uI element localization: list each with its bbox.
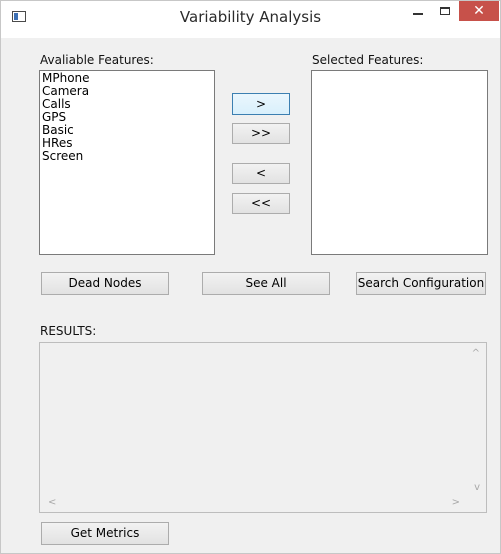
title-bar: Variability Analysis ✕	[1, 1, 500, 38]
remove-all-features-button[interactable]: <<	[232, 193, 290, 214]
list-item[interactable]: Calls	[40, 98, 214, 111]
maximize-icon[interactable]	[432, 3, 458, 23]
scroll-left-icon[interactable]: <	[48, 498, 56, 508]
scroll-down-icon[interactable]: v	[474, 483, 480, 493]
main-window: Variability Analysis ✕ Avaliable Feature…	[0, 0, 501, 554]
available-features-list[interactable]: MPhone Camera Calls GPS Basic HRes Scree…	[39, 70, 215, 255]
search-configuration-button[interactable]: Search Configuration	[356, 272, 486, 295]
close-icon[interactable]: ✕	[459, 1, 499, 21]
add-all-features-button[interactable]: >>	[232, 123, 290, 144]
dead-nodes-button[interactable]: Dead Nodes	[41, 272, 169, 295]
get-metrics-button[interactable]: Get Metrics	[41, 522, 169, 545]
add-feature-button[interactable]: >	[232, 93, 290, 115]
list-item[interactable]: Screen	[40, 150, 214, 163]
scroll-up-icon[interactable]: ^	[472, 349, 480, 359]
results-textarea[interactable]: ^ v < >	[39, 342, 487, 513]
remove-feature-button[interactable]: <	[232, 163, 290, 184]
scroll-right-icon[interactable]: >	[452, 498, 460, 508]
selected-features-label: Selected Features:	[312, 53, 424, 67]
available-features-label: Avaliable Features:	[40, 53, 154, 67]
selected-features-list[interactable]	[311, 70, 488, 255]
see-all-button[interactable]: See All	[202, 272, 330, 295]
minimize-icon[interactable]	[405, 3, 431, 23]
results-label: RESULTS:	[40, 324, 97, 338]
